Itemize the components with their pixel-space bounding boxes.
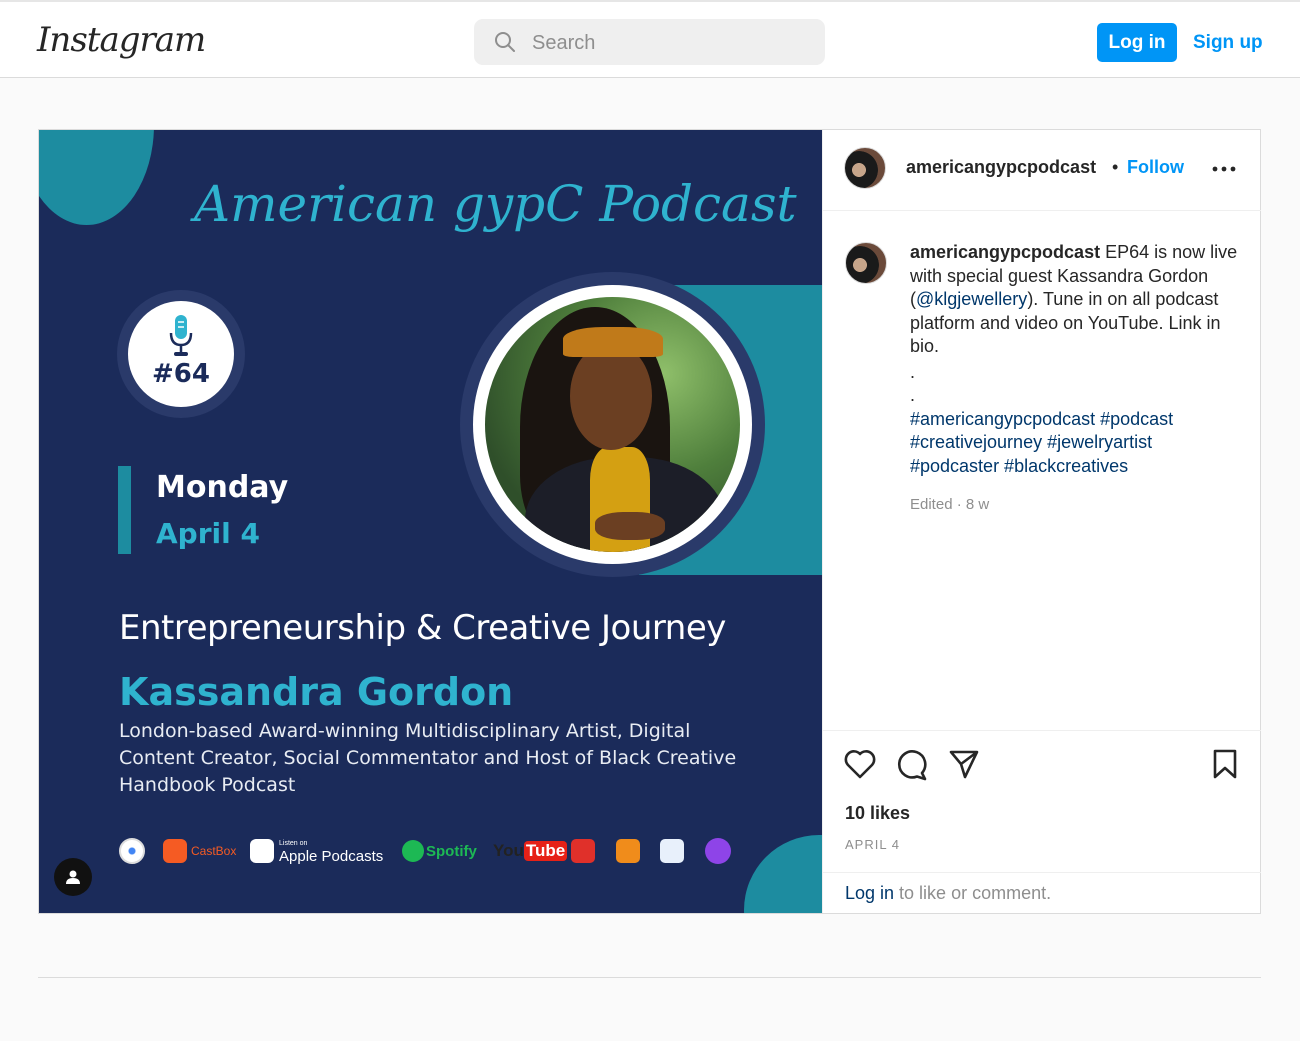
post-username[interactable]: americangypcpodcast bbox=[906, 157, 1096, 178]
search-input[interactable] bbox=[530, 19, 814, 67]
apple-podcasts-logo: Listen on Apple Podcasts bbox=[250, 834, 383, 868]
youtube-logo: You Tube bbox=[493, 841, 568, 861]
search-box[interactable] bbox=[474, 19, 825, 67]
avatar[interactable] bbox=[844, 147, 886, 189]
radiopublic-icon bbox=[660, 834, 684, 868]
post-card: American gypC Podcast #64 Monday April 4 bbox=[38, 129, 1261, 914]
action-bar bbox=[823, 730, 1261, 781]
guest-photo bbox=[485, 297, 740, 552]
separator-dot: • bbox=[1112, 157, 1119, 177]
caption-avatar[interactable] bbox=[845, 242, 887, 284]
post-caption: americangypcpodcast EP64 is now live wit… bbox=[910, 241, 1240, 478]
user-icon bbox=[66, 870, 80, 884]
decorative-circle bbox=[39, 130, 154, 225]
episode-badge: #64 bbox=[128, 301, 234, 407]
overcast-icon bbox=[616, 834, 640, 868]
castbox-logo: CastBox bbox=[163, 834, 236, 868]
caption-username[interactable]: americangypcpodcast bbox=[910, 242, 1100, 262]
episode-topic: Entrepreneurship & Creative Journey bbox=[119, 608, 726, 648]
tagged-users-button[interactable] bbox=[54, 858, 92, 896]
comment-icon[interactable] bbox=[896, 749, 928, 781]
login-prompt: Log in to like or comment. bbox=[823, 872, 1261, 914]
signup-button[interactable]: Sign up bbox=[1193, 23, 1263, 62]
likes-count[interactable]: 10 likes bbox=[845, 803, 910, 824]
episode-day: Monday bbox=[156, 470, 289, 505]
decorative-circle bbox=[744, 835, 822, 913]
hashtags-line[interactable]: #podcaster #blackcreatives bbox=[910, 455, 1240, 479]
post-side-panel: americangypcpodcast • Follow americangyp… bbox=[822, 130, 1261, 914]
caption-dot: . bbox=[910, 361, 916, 382]
instagram-logo[interactable]: Instagram bbox=[37, 20, 206, 60]
guest-description: London-based Award-winning Multidiscipli… bbox=[119, 720, 737, 796]
podcast-addict-icon bbox=[705, 834, 731, 868]
post-date[interactable]: APRIL 4 bbox=[845, 837, 900, 852]
iheart-icon bbox=[571, 834, 595, 868]
like-heart-icon[interactable] bbox=[844, 749, 876, 779]
edited-timestamp: Edited · 8 w bbox=[910, 496, 990, 513]
platform-logos: CastBox Listen on Apple Podcasts Spotify… bbox=[119, 834, 739, 868]
share-icon[interactable] bbox=[948, 749, 980, 779]
google-podcasts-icon bbox=[119, 834, 145, 868]
hashtags-line[interactable]: #americangypcpodcast #podcast bbox=[910, 408, 1240, 432]
login-link[interactable]: Log in bbox=[845, 883, 894, 903]
footer-divider bbox=[38, 977, 1261, 978]
top-navigation-bar: Instagram Log in Sign up bbox=[0, 0, 1300, 78]
caption-dot: . bbox=[910, 385, 916, 405]
podcast-title: American gypC Podcast bbox=[194, 175, 797, 233]
save-bookmark-icon[interactable] bbox=[1212, 749, 1238, 779]
login-prompt-text: to like or comment. bbox=[894, 883, 1052, 903]
episode-date: April 4 bbox=[156, 517, 260, 550]
post-image[interactable]: American gypC Podcast #64 Monday April 4 bbox=[39, 130, 822, 913]
date-accent-bar bbox=[118, 466, 131, 554]
spotify-logo: Spotify bbox=[402, 834, 477, 868]
guest-name: Kassandra Gordon bbox=[119, 670, 514, 714]
login-button[interactable]: Log in bbox=[1097, 23, 1177, 62]
microphone-icon bbox=[169, 315, 193, 356]
search-icon bbox=[495, 32, 515, 52]
more-options-icon[interactable] bbox=[1212, 166, 1236, 172]
mention-link[interactable]: @klgjewellery bbox=[916, 289, 1027, 309]
post-header: americangypcpodcast • Follow bbox=[823, 130, 1261, 211]
hashtags-line[interactable]: #creativejourney #jewelryartist bbox=[910, 431, 1240, 455]
follow-button[interactable]: Follow bbox=[1127, 157, 1184, 178]
episode-number: #64 bbox=[152, 359, 210, 389]
